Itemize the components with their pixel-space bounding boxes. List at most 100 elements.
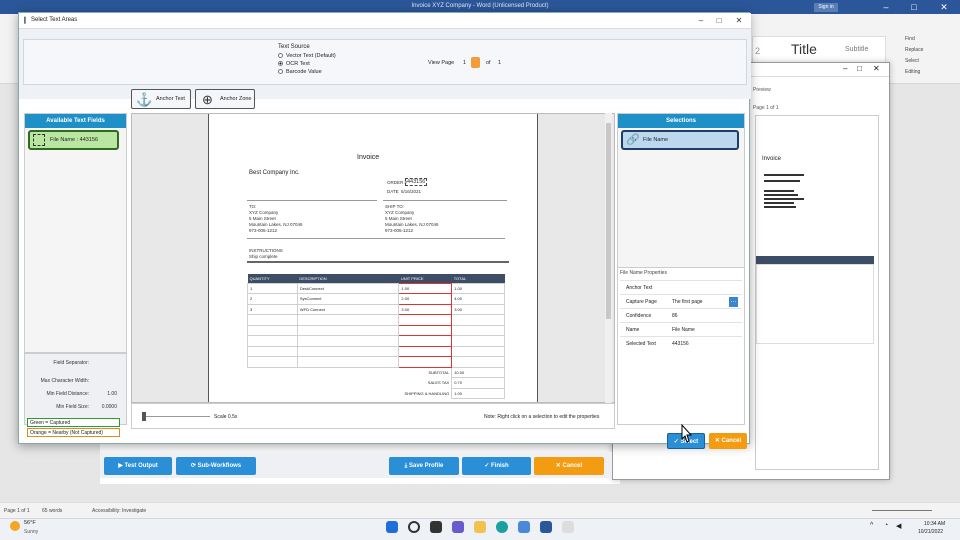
col-quantity: QUANTITY — [247, 274, 298, 283]
selection-file-name[interactable]: 🔗 File Name — [621, 130, 739, 150]
prop-confidence[interactable]: Confidence 86 — [620, 308, 742, 321]
anchor-zone-button[interactable]: ⊕ Anchor Zone — [195, 89, 255, 109]
doc-order-label: ORDER # — [387, 180, 408, 185]
preview-page-of: Page 1 of 1 — [753, 105, 779, 111]
clock-date[interactable]: 10/21/2022 — [918, 529, 943, 535]
min-field-size-row[interactable]: Min Field Size: 0.0000 — [27, 404, 125, 410]
status-accessibility[interactable]: Accessibility: Investigate — [92, 508, 146, 514]
dialog-cancel-button[interactable]: ✕ Cancel — [709, 433, 747, 449]
sales-tax-label: SALES TAX — [427, 380, 450, 386]
zoom-slider[interactable] — [872, 510, 932, 511]
scale-slider[interactable] — [142, 416, 210, 417]
workflow-cancel-button[interactable]: ✕ Cancel — [534, 457, 604, 475]
prop-anchor-text[interactable]: Anchor Text — [620, 280, 742, 293]
doc-heading: Invoice — [357, 154, 380, 161]
radio-icon — [278, 53, 283, 59]
close-icon[interactable]: ✕ — [934, 1, 954, 13]
table-row — [247, 324, 505, 336]
windows-start-icon[interactable] — [386, 521, 398, 533]
x-icon: ✕ — [555, 463, 563, 469]
radio-vector-text[interactable]: Vector Text (Default) — [278, 53, 336, 59]
sub-workflows-button[interactable]: ⟳ Sub-Workflows — [176, 457, 256, 475]
maximize-icon[interactable]: □ — [904, 1, 924, 13]
table-cell: 1.00 — [398, 282, 453, 294]
dialog-titlebar: ❙ Select Text Areas – □ ✕ — [19, 13, 751, 29]
replace-button[interactable]: Replace — [905, 47, 957, 53]
select-menu[interactable]: Select — [905, 58, 957, 64]
sales-tax-value: 0.70 — [451, 377, 505, 389]
scale-bar: Scale 0.5x Note: Right click on a select… — [131, 403, 615, 429]
preview-close-icon[interactable]: ✕ — [873, 64, 880, 73]
doc-instructions: Ship complete — [249, 254, 278, 259]
doc-order-value[interactable]: 443156 — [405, 178, 428, 186]
prop-selected-text[interactable]: Selected Text 443156 — [620, 336, 742, 349]
properties-title: File Name Properties — [620, 270, 667, 276]
doc-to-line: Mountain Lakes, NJ 07046 — [249, 222, 303, 227]
search-icon[interactable] — [408, 521, 420, 533]
table-row: 2 SysConnect 2.00 4.00 — [247, 293, 505, 305]
document-page: Invoice Best Company Inc. ORDER # 443156… — [208, 114, 538, 402]
select-text-areas-dialog: ❙ Select Text Areas – □ ✕ Text Source Ve… — [18, 12, 751, 449]
status-words: 65 words — [42, 508, 63, 514]
prop-name[interactable]: Name File Name — [620, 322, 742, 335]
table-row — [247, 335, 505, 347]
volume-icon[interactable]: ◀ — [896, 522, 901, 530]
minimize-icon[interactable]: – — [876, 1, 896, 13]
capture-area-icon — [33, 134, 45, 146]
store-icon[interactable] — [518, 521, 530, 533]
finish-button[interactable]: ✓ Finish — [462, 457, 531, 475]
test-output-button[interactable]: ▶ Test Output — [104, 457, 172, 475]
table-cell: 3.00 — [398, 303, 453, 315]
style-title[interactable]: Title — [791, 41, 817, 57]
field-separator-row[interactable]: Field Separator: — [27, 360, 125, 366]
task-view-icon[interactable] — [430, 521, 442, 533]
word-icon[interactable] — [540, 521, 552, 533]
col-unit-price: UNIT PRICE — [398, 274, 452, 283]
max-char-width-row[interactable]: Max Character Width: — [27, 378, 125, 384]
view-page-current[interactable]: 1 — [463, 60, 466, 66]
field-chip-file-name[interactable]: File Name : 443156 — [28, 130, 119, 150]
style-subtitle[interactable]: Subtitle — [845, 46, 868, 53]
clock-time[interactable]: 10:34 AM — [924, 521, 945, 527]
dialog-close-icon[interactable]: ✕ — [731, 15, 747, 27]
table-cell: 1 — [247, 282, 298, 294]
weather-temp[interactable]: 56°F — [24, 520, 36, 526]
prop-capture-page[interactable]: Capture Page The first page… — [620, 294, 742, 307]
edge-icon[interactable] — [496, 521, 508, 533]
app-icon[interactable] — [562, 521, 574, 533]
items-table: QUANTITY DESCRIPTION UNIT PRICE TOTAL 1 … — [247, 274, 505, 399]
doc-ship-line: Mountain Lakes, NJ 07046 — [385, 222, 439, 227]
min-field-distance-row[interactable]: Min Field Distance: 1.00 — [27, 391, 125, 397]
text-source-group: Text Source Vector Text (Default) OCR Te… — [23, 39, 747, 85]
preview-minimize-icon[interactable]: – — [843, 64, 847, 73]
editing-group: Find Replace Select Editing — [905, 36, 957, 80]
page-spinner[interactable] — [471, 57, 480, 68]
text-source-title: Text Source — [278, 44, 310, 50]
shipping-value: 1.00 — [451, 387, 505, 399]
chat-icon[interactable] — [452, 521, 464, 533]
dialog-title: Select Text Areas — [31, 17, 78, 23]
table-cell: 1.00 — [451, 282, 505, 294]
radio-ocr-text[interactable]: OCR Text — [278, 61, 310, 67]
note-text: Note: Right click on a selection to edit… — [484, 414, 600, 420]
capture-page-picker-button[interactable]: … — [729, 297, 738, 307]
save-profile-button[interactable]: ⤓ Save Profile — [389, 457, 459, 475]
status-page: Page 1 of 1 — [4, 508, 30, 514]
anchor-text-button[interactable]: ⚓ Anchor Text — [131, 89, 191, 109]
dialog-minimize-icon[interactable]: – — [693, 15, 709, 27]
table-cell: 4.00 — [451, 293, 505, 305]
sign-in-button[interactable]: Sign in — [814, 3, 838, 12]
style-heading2[interactable]: 2 — [755, 46, 760, 56]
selections-title: Selections — [618, 114, 744, 128]
find-button[interactable]: Find — [905, 36, 957, 42]
preview-maximize-icon[interactable]: □ — [857, 64, 862, 73]
file-explorer-icon[interactable] — [474, 521, 486, 533]
radio-barcode-value[interactable]: Barcode Value — [278, 69, 322, 75]
network-icon[interactable]: ◔ — [884, 522, 888, 529]
tray-chevron-icon[interactable]: ^ — [870, 522, 873, 529]
viewer-scroll-thumb[interactable] — [606, 123, 611, 319]
dialog-maximize-icon[interactable]: □ — [711, 15, 727, 27]
scale-slider-thumb[interactable] — [142, 412, 146, 421]
radio-icon — [278, 69, 283, 75]
document-viewer[interactable]: Invoice Best Company Inc. ORDER # 443156… — [131, 113, 615, 403]
